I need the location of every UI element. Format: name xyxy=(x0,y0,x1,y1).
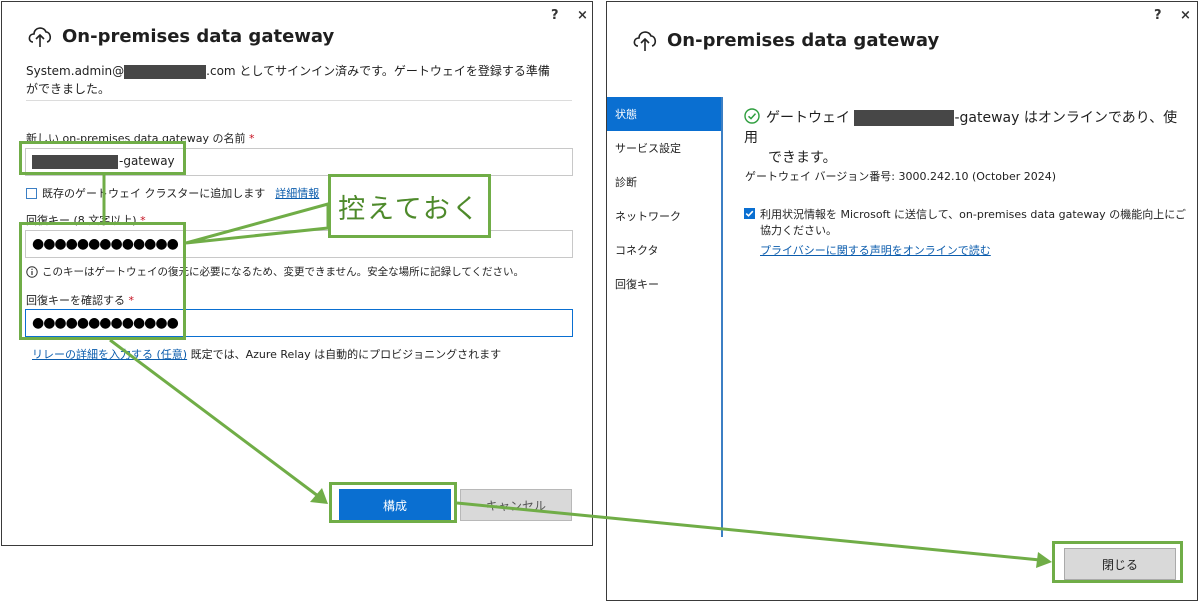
arrowhead xyxy=(1036,552,1052,568)
annotation-arrows xyxy=(102,175,1052,568)
arrow-to-close xyxy=(456,501,1041,562)
arrow-to-configure xyxy=(109,338,319,498)
callout-pointer xyxy=(185,202,330,245)
annotation-callout: 控えておく xyxy=(328,174,491,238)
